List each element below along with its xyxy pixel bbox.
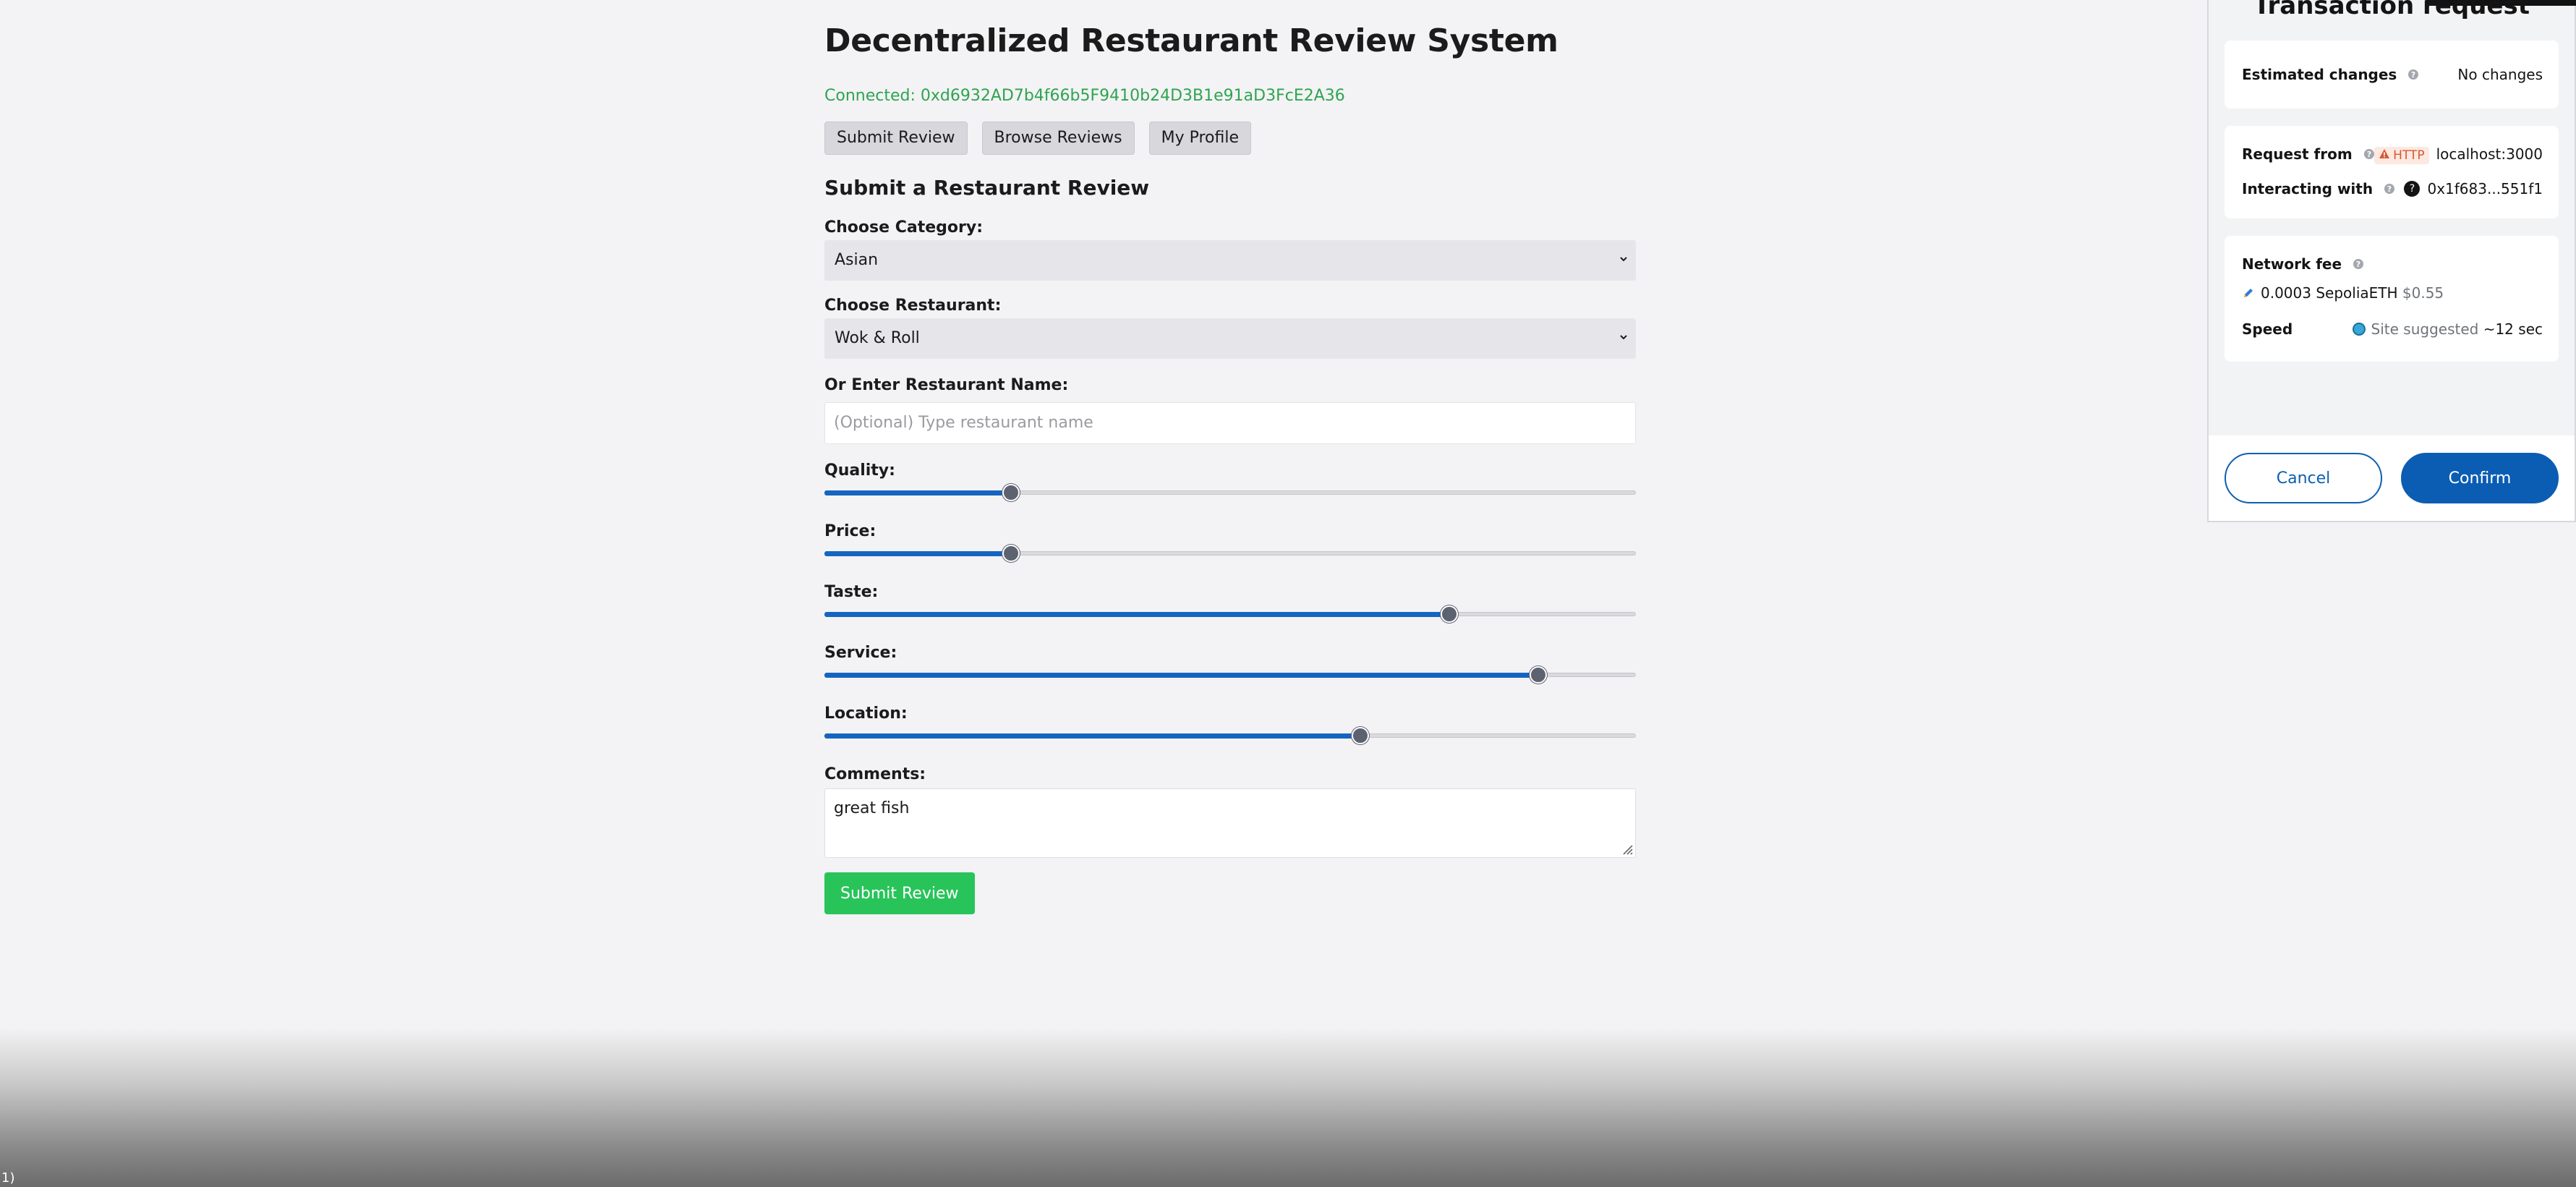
warning-icon <box>2379 149 2390 158</box>
price-slider[interactable] <box>824 543 1636 564</box>
slider-thumb[interactable] <box>1002 484 1020 501</box>
confirm-button[interactable]: Confirm <box>2401 453 2559 503</box>
restaurant-group: Choose Restaurant: Wok & Roll <box>824 295 1636 359</box>
fee-fiat: $0.55 <box>2402 284 2444 302</box>
network-fee-card: Network fee ? 0.0003 SepoliaETH $0.55 Sp… <box>2225 236 2559 362</box>
price-label: Price: <box>824 522 877 540</box>
slider-fill <box>824 673 1539 678</box>
bottom-shadow <box>0 1028 2576 1187</box>
taste-label: Taste: <box>824 583 879 601</box>
service-label: Service: <box>824 644 897 662</box>
taste-group: Taste: <box>824 582 1636 625</box>
review-app: Decentralized Restaurant Review System C… <box>824 17 1636 914</box>
svg-text:?: ? <box>2356 260 2360 269</box>
info-icon[interactable]: ? <box>2384 183 2395 195</box>
service-group: Service: <box>824 642 1636 686</box>
slider-thumb[interactable] <box>1002 545 1020 562</box>
location-slider[interactable] <box>824 725 1636 746</box>
interacting-with-label: Interacting with ? <box>2242 178 2395 200</box>
network-fee-row: Network fee ? <box>2242 253 2543 275</box>
price-group: Price: <box>824 521 1636 564</box>
svg-text:?: ? <box>2387 184 2392 194</box>
fee-amount: 0.0003 SepoliaETH <box>2261 284 2398 302</box>
quality-label: Quality: <box>824 461 895 480</box>
nav-submit-review-button[interactable]: Submit Review <box>824 122 968 155</box>
info-icon[interactable]: ? <box>2407 69 2419 80</box>
chevron-down-icon <box>1620 335 1627 340</box>
restaurant-name-input[interactable]: (Optional) Type restaurant name <box>824 402 1636 444</box>
slider-fill <box>824 490 1012 495</box>
slider-fill <box>824 733 1360 739</box>
quality-slider[interactable] <box>824 482 1636 503</box>
form-title: Submit a Restaurant Review <box>824 176 1150 200</box>
slider-thumb[interactable] <box>1530 666 1548 684</box>
category-select-value: Asian <box>835 251 879 269</box>
request-from-label: Request from ? <box>2242 143 2375 165</box>
top-nav: Submit Review Browse Reviews My Profile <box>824 122 1636 155</box>
restaurant-select[interactable]: Wok & Roll <box>824 318 1636 359</box>
service-slider[interactable] <box>824 664 1636 686</box>
chevron-down-icon <box>1620 257 1627 262</box>
quality-group: Quality: <box>824 460 1636 503</box>
interacting-with-row: Interacting with ? ? 0x1f683...551f1 <box>2242 178 2543 200</box>
location-group: Location: <box>824 703 1636 746</box>
estimated-changes-row: Estimated changes ? No changes <box>2242 64 2543 85</box>
category-group: Choose Category: Asian <box>824 217 1636 281</box>
svg-text:?: ? <box>2366 150 2371 159</box>
request-origin: localhost:3000 <box>2436 145 2543 163</box>
comments-group: Comments: great fish <box>824 764 1636 858</box>
network-fee-label: Network fee ? <box>2242 253 2364 275</box>
http-badge: HTTP <box>2374 147 2429 164</box>
comments-textarea[interactable]: great fish <box>824 788 1636 858</box>
comments-label: Comments: <box>824 765 926 783</box>
slider-thumb[interactable] <box>1351 727 1369 744</box>
estimated-changes-label: Estimated changes ? <box>2242 64 2419 85</box>
restaurant-select-value: Wok & Roll <box>835 329 920 347</box>
taste-slider[interactable] <box>824 603 1636 625</box>
wallet-title: Transaction request <box>2253 0 2530 20</box>
speed-row: Speed Site suggested ~12 sec <box>2242 318 2543 340</box>
svg-text:?: ? <box>2411 70 2415 80</box>
request-card: Request from ? HTTP localhost:3000 Inter… <box>2225 126 2559 218</box>
comments-value: great fish <box>834 799 910 817</box>
cancel-button[interactable]: Cancel <box>2225 453 2382 503</box>
speed-time: ~12 sec <box>2483 320 2543 338</box>
wallet-footer: Cancel Confirm <box>2209 435 2575 521</box>
speed-value: Site suggested ~12 sec <box>2352 318 2543 340</box>
estimated-changes-card: Estimated changes ? No changes <box>2225 41 2559 109</box>
category-select[interactable]: Asian <box>824 240 1636 281</box>
corner-text: 1) <box>1 1170 15 1186</box>
connected-address: Connected: 0xd6932AD7b4f66b5F9410b24D3B1… <box>824 87 1345 105</box>
globe-icon <box>2352 322 2366 336</box>
unknown-contract-icon: ? <box>2404 180 2421 197</box>
info-icon[interactable]: ? <box>2353 258 2364 270</box>
speed-label: Speed <box>2242 320 2293 338</box>
estimated-changes-value: No changes <box>2457 66 2543 83</box>
info-icon[interactable]: ? <box>2363 148 2375 160</box>
submit-review-button[interactable]: Submit Review <box>824 872 975 914</box>
page-title: Decentralized Restaurant Review System <box>824 22 1558 59</box>
restaurant-name-group: Or Enter Restaurant Name: (Optional) Typ… <box>824 375 1636 444</box>
resize-grip-icon[interactable] <box>1621 843 1634 856</box>
edit-pencil-icon[interactable] <box>2242 286 2255 299</box>
request-from-value: HTTP localhost:3000 <box>2374 143 2543 165</box>
slider-fill <box>824 612 1449 617</box>
contract-address[interactable]: ? 0x1f683...551f1 <box>2404 178 2543 200</box>
slider-fill <box>824 551 1012 556</box>
fee-amount-row[interactable]: 0.0003 SepoliaETH $0.55 <box>2242 282 2543 304</box>
category-label: Choose Category: <box>824 218 983 237</box>
nav-browse-reviews-button[interactable]: Browse Reviews <box>981 122 1135 155</box>
location-label: Location: <box>824 705 908 723</box>
slider-thumb[interactable] <box>1440 605 1458 623</box>
restaurant-label: Choose Restaurant: <box>824 297 1002 315</box>
speed-source: Site suggested <box>2371 320 2479 338</box>
wallet-transaction-popup: Transaction request Estimated changes ? … <box>2207 0 2576 522</box>
request-from-row: Request from ? HTTP localhost:3000 <box>2242 143 2543 165</box>
nav-my-profile-button[interactable]: My Profile <box>1148 122 1251 155</box>
restaurant-name-label: Or Enter Restaurant Name: <box>824 376 1069 394</box>
